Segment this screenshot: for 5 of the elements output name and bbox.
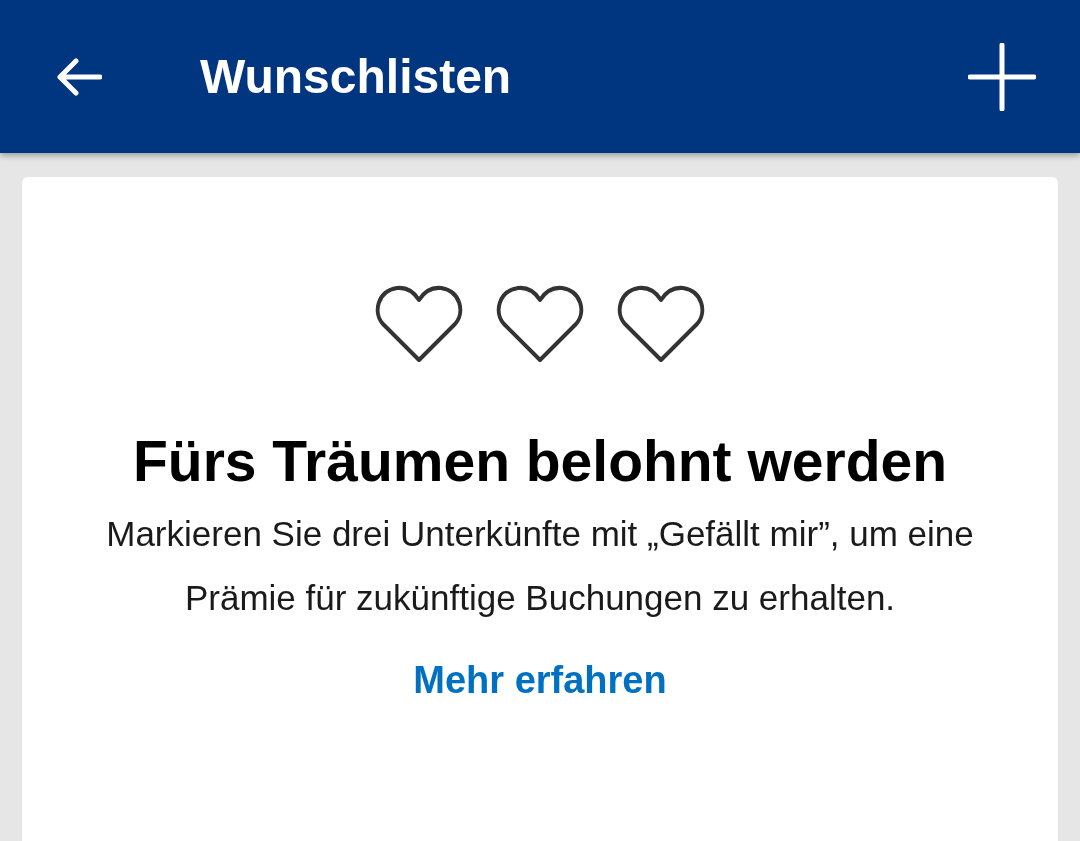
card-description: Markieren Sie drei Unterkünfte mit „Gefällt mir”, um eine Prämie für zukünftige Buchungen zu erhalten. (105, 513, 975, 619)
screen-title: Wunschlisten (200, 48, 512, 105)
card-heading: Fürs Träumen belohnt werden (133, 433, 947, 490)
learn-more-link[interactable]: Mehr erfahren (413, 652, 667, 709)
add-icon[interactable] (968, 42, 1036, 111)
